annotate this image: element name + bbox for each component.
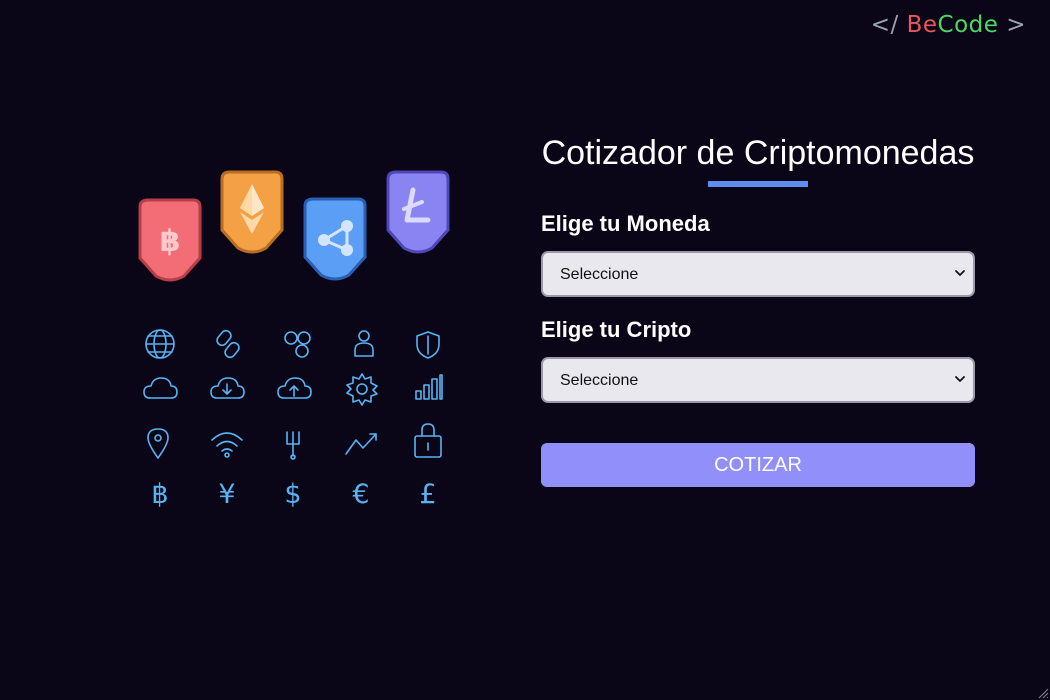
logo-open-bracket: </ <box>870 12 899 38</box>
moneda-select[interactable]: Seleccione <box>541 251 975 297</box>
dollar-symbol-icon: $ <box>284 479 301 510</box>
quote-form: Cotizador de Criptomonedas Elige tu Mone… <box>541 130 975 487</box>
usb-icon <box>286 431 300 460</box>
trending-up-icon <box>345 433 377 455</box>
resize-handle-icon[interactable] <box>1037 687 1049 699</box>
chain-link-icon <box>216 329 240 359</box>
pound-symbol-icon: £ <box>419 479 436 510</box>
moneda-select-value: Seleccione <box>560 266 639 283</box>
cloud-download-icon <box>210 377 245 399</box>
yen-symbol-icon: ¥ <box>218 479 235 510</box>
globe-icon <box>145 329 175 359</box>
logo-close-bracket: > <box>1006 12 1026 38</box>
cripto-label: Elige tu Cripto <box>541 317 692 342</box>
cripto-select[interactable]: Seleccione <box>541 357 975 403</box>
logo-be: Be <box>906 12 938 38</box>
title-underline <box>708 181 808 187</box>
network-nodes-icon <box>284 331 311 358</box>
becode-logo[interactable]: </ BeCode > <box>871 12 1026 38</box>
ripple-badge-icon <box>303 197 367 281</box>
location-pin-icon <box>147 428 169 459</box>
bitcoin-symbol-icon: ฿ <box>151 479 168 510</box>
logo-code: Code <box>937 12 999 38</box>
litecoin-badge-icon <box>386 170 450 254</box>
moneda-label: Elige tu Moneda <box>541 211 710 236</box>
bitcoin-badge-icon: ฿ <box>138 198 202 282</box>
euro-symbol-icon: € <box>352 479 369 510</box>
cotizar-button[interactable]: Cotizar <box>541 443 975 487</box>
chevron-down-icon <box>955 270 965 276</box>
wifi-icon <box>211 432 243 458</box>
chevron-down-icon <box>955 376 965 382</box>
user-icon <box>354 330 374 357</box>
cripto-select-value: Seleccione <box>560 372 639 389</box>
padlock-icon <box>414 423 442 458</box>
page: </ BeCode > ฿ ฿ ¥ $ € £ Cotizador de Cri… <box>0 0 1050 700</box>
ethereum-badge-icon <box>220 170 284 254</box>
cloud-icon <box>143 377 178 399</box>
svg-text:฿: ฿ <box>160 224 181 259</box>
bar-chart-icon <box>415 374 443 400</box>
shield-icon <box>416 331 440 359</box>
cloud-upload-icon <box>277 377 312 399</box>
crypto-illustration: ฿ ฿ ¥ $ € £ <box>138 170 450 510</box>
gear-icon <box>346 373 378 406</box>
page-title: Cotizador de Criptomonedas <box>541 134 975 172</box>
